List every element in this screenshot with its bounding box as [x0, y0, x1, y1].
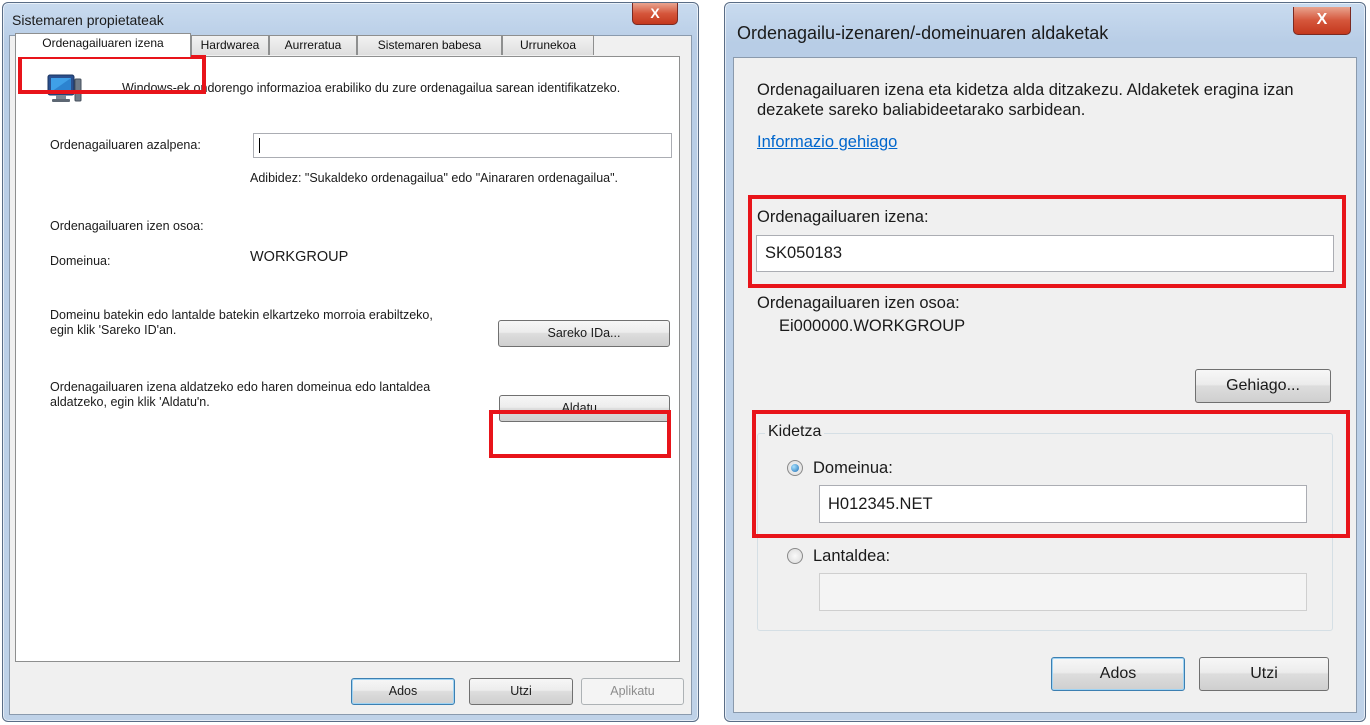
- system-properties-window: Sistemaren propietateak X Ordenagailuare…: [2, 2, 699, 722]
- close-button[interactable]: X: [1293, 7, 1351, 35]
- close-icon: X: [650, 5, 660, 21]
- intro-text: Windows-ek ondorengo informazioa erabili…: [122, 81, 621, 95]
- cancel-button[interactable]: Utzi: [469, 678, 573, 705]
- change-button[interactable]: Aldatu...: [499, 395, 670, 422]
- window-title: Ordenagailu-izenaren/-domeinuaren aldake…: [737, 23, 1109, 43]
- full-name-label: Ordenagailuaren izen osoa:: [50, 219, 204, 233]
- more-info-link-text[interactable]: Informazio gehiago: [757, 133, 897, 151]
- description-input[interactable]: [253, 133, 672, 158]
- workgroup-input[interactable]: [819, 573, 1307, 611]
- workgroup-radio-label[interactable]: Lantaldea:: [813, 546, 890, 566]
- domain-label: Domeinua:: [50, 254, 111, 268]
- member-of-label: Kidetza: [765, 423, 825, 441]
- change-text: Ordenagailuaren izena aldatzeko edo hare…: [50, 380, 431, 409]
- intro-text: Ordenagailuaren izena eta kidetza alda d…: [757, 81, 1294, 119]
- domain-value: WORKGROUP: [250, 249, 349, 265]
- workgroup-radio[interactable]: [787, 548, 803, 564]
- tab-remote[interactable]: Urrunekoa: [502, 35, 594, 55]
- close-icon: X: [1316, 11, 1328, 28]
- title-bar[interactable]: Sistemaren propietateak X: [3, 3, 698, 37]
- full-name-label: Ordenagailuaren izen osoa:: [757, 294, 960, 312]
- computer-icon: [47, 74, 82, 102]
- network-id-button[interactable]: Sareko IDa...: [498, 320, 670, 347]
- tab-advanced[interactable]: Aurreratua: [269, 35, 357, 55]
- domain-input[interactable]: H012345.NET: [819, 485, 1307, 523]
- ok-button[interactable]: Ados: [351, 678, 455, 705]
- tab-computer-name[interactable]: Ordenagailuaren izena: [15, 33, 191, 57]
- computer-name-input[interactable]: SK050183: [756, 235, 1334, 272]
- example-text: Adibidez: "Sukaldeko ordenagailua" edo "…: [250, 171, 619, 185]
- window-title: Sistemaren propietateak: [12, 12, 164, 28]
- computer-name-changes-window: Ordenagailu-izenaren/-domeinuaren aldake…: [724, 2, 1366, 722]
- ok-button[interactable]: Ados: [1051, 657, 1185, 691]
- tab-system-protection[interactable]: Sistemaren babesa: [357, 35, 502, 55]
- computer-name-label: Ordenagailuaren izena:: [757, 208, 929, 226]
- more-info-link[interactable]: Informazio gehiago: [757, 132, 897, 152]
- more-button[interactable]: Gehiago...: [1195, 369, 1331, 403]
- computer-name-tab-page: Windows-ek ondorengo informazioa erabili…: [15, 56, 680, 662]
- domain-radio-label[interactable]: Domeinua:: [813, 458, 893, 478]
- description-label: Ordenagailuaren azalpena:: [50, 138, 201, 152]
- network-id-text: Domeinu batekin edo lantalde batekin elk…: [50, 308, 433, 337]
- text-cursor: [259, 138, 260, 153]
- domain-radio[interactable]: [787, 460, 803, 476]
- title-bar[interactable]: Ordenagailu-izenaren/-domeinuaren aldake…: [725, 3, 1365, 43]
- close-button[interactable]: X: [632, 3, 678, 25]
- cancel-button[interactable]: Utzi: [1199, 657, 1329, 691]
- apply-button[interactable]: Aplikatu: [581, 678, 684, 705]
- tab-hardware[interactable]: Hardwarea: [191, 35, 269, 55]
- full-name-value: Ei000000.WORKGROUP: [779, 317, 966, 335]
